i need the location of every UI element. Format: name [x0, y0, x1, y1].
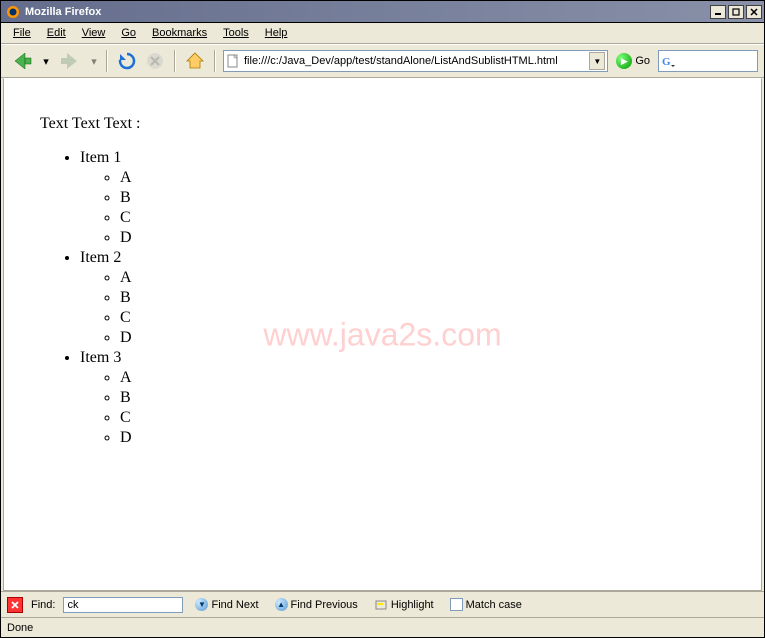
back-button[interactable] — [7, 48, 37, 74]
list-item: A — [120, 169, 725, 187]
toolbar: ▾ ▾ ▼ ▶ Go G — [1, 44, 764, 78]
go-label: Go — [635, 55, 650, 67]
find-label: Find: — [31, 599, 55, 611]
page-icon — [226, 54, 240, 68]
window-title: Mozilla Firefox — [25, 6, 708, 18]
list-item: B — [120, 289, 725, 307]
list-item: D — [120, 329, 725, 347]
separator — [214, 50, 216, 72]
find-next-button[interactable]: ▼ Find Next — [191, 596, 262, 613]
list-item: C — [120, 409, 725, 427]
separator — [174, 50, 176, 72]
go-button[interactable]: ▶ Go — [612, 53, 654, 69]
find-input[interactable] — [63, 597, 183, 613]
page-content: www.java2s.com Text Text Text : Item 1 A… — [3, 78, 762, 591]
url-input[interactable] — [244, 55, 585, 67]
list-item: Item 1 A B C D — [80, 149, 725, 247]
url-bar[interactable]: ▼ — [223, 50, 608, 72]
back-dropdown-icon[interactable]: ▾ — [41, 49, 51, 73]
arrow-down-icon: ▼ — [195, 598, 208, 611]
menu-tools[interactable]: Tools — [215, 25, 257, 41]
list-item: B — [120, 189, 725, 207]
titlebar: Mozilla Firefox — [1, 1, 764, 23]
list-item: A — [120, 369, 725, 387]
status-text: Done — [7, 622, 33, 634]
list-item: D — [120, 429, 725, 447]
stop-button[interactable] — [143, 49, 167, 73]
list-item: Item 3 A B C D — [80, 349, 725, 447]
list-item: Item 2 A B C D — [80, 249, 725, 347]
go-icon: ▶ — [616, 53, 632, 69]
arrow-up-icon: ▲ — [275, 598, 288, 611]
maximize-button[interactable] — [728, 5, 744, 19]
url-dropdown-icon[interactable]: ▼ — [589, 52, 605, 70]
home-button[interactable] — [183, 49, 207, 73]
list-item: A — [120, 269, 725, 287]
forward-dropdown-icon[interactable]: ▾ — [89, 49, 99, 73]
menu-help[interactable]: Help — [257, 25, 296, 41]
match-case-checkbox[interactable]: Match case — [446, 596, 526, 613]
statusbar: Done — [1, 617, 764, 637]
list-item: C — [120, 309, 725, 327]
highlight-icon — [374, 598, 388, 612]
separator — [106, 50, 108, 72]
search-box[interactable]: G — [658, 50, 758, 72]
main-list: Item 1 A B C D Item 2 A B C D Item 3 A B… — [40, 149, 725, 447]
findbar: Find: ▼ Find Next ▲ Find Previous Highli… — [1, 591, 764, 617]
reload-button[interactable] — [115, 49, 139, 73]
svg-text:G: G — [662, 56, 671, 68]
findbar-close-button[interactable] — [7, 597, 23, 613]
list-item: C — [120, 209, 725, 227]
menu-go[interactable]: Go — [113, 25, 144, 41]
forward-button[interactable] — [55, 48, 85, 74]
minimize-button[interactable] — [710, 5, 726, 19]
list-item: D — [120, 229, 725, 247]
intro-text: Text Text Text : — [40, 115, 725, 133]
menu-edit[interactable]: Edit — [39, 25, 74, 41]
close-button[interactable] — [746, 5, 762, 19]
checkbox-icon — [450, 598, 463, 611]
menubar: File Edit View Go Bookmarks Tools Help — [1, 23, 764, 44]
menu-file[interactable]: File — [5, 25, 39, 41]
highlight-button[interactable]: Highlight — [370, 596, 438, 614]
menu-view[interactable]: View — [74, 25, 114, 41]
find-previous-button[interactable]: ▲ Find Previous — [271, 596, 362, 613]
firefox-icon — [5, 4, 21, 20]
list-item: B — [120, 389, 725, 407]
search-engine-icon: G — [662, 54, 676, 68]
menu-bookmarks[interactable]: Bookmarks — [144, 25, 215, 41]
